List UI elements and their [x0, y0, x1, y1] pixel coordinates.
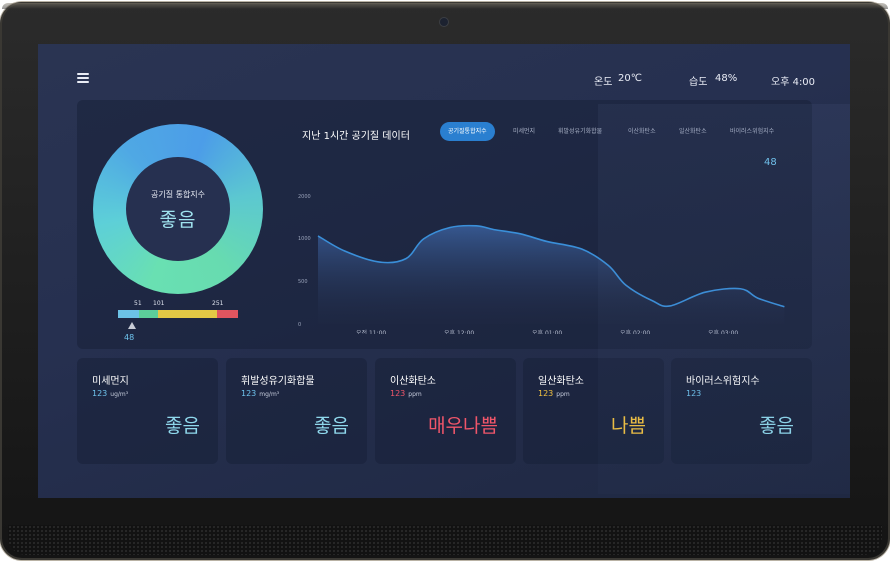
tab-co2[interactable]: 이산화탄소 [628, 122, 656, 141]
scale-current-value: 48 [124, 333, 135, 342]
card-title: 바이러스위험지수 [686, 376, 760, 387]
card-status: 매우나쁨 [428, 415, 498, 437]
card-title: 일산화탄소 [538, 376, 584, 387]
card-fine-dust[interactable]: 미세먼지 123 ug/m³ 좋음 [77, 358, 218, 464]
tab-fine-dust[interactable]: 미세먼지 [513, 122, 535, 141]
clock: 오후 4:00 [771, 77, 816, 88]
card-title: 휘발성유기화합물 [241, 376, 315, 387]
card-value: 123 [538, 389, 554, 398]
card-reading: 123 [686, 389, 704, 398]
y-tick-label: 500 [298, 279, 308, 285]
chart-title: 지난 1시간 공기질 데이터 [302, 131, 410, 142]
card-status: 나쁨 [611, 415, 646, 437]
dashboard-screen: 온도 20℃ 습도 48% 오후 4:00 공기질 통합지수 좋음 51 101… [38, 44, 850, 498]
area-chart: 2000 1000 500 0 오전 11:00 오후 12:00 오후 01:00 오후 0… [298, 194, 785, 334]
card-co[interactable]: 일산화탄소 123 ppm 나쁨 [523, 358, 664, 464]
hamburger-menu-icon[interactable] [77, 73, 89, 83]
card-voc[interactable]: 휘발성유기화합물 123 mg/m³ 좋음 [226, 358, 367, 464]
x-tick-label: 오후 02:00 [620, 329, 650, 334]
card-status: 좋음 [314, 415, 349, 437]
card-co2[interactable]: 이산화탄소 123 ppm 매우나쁨 [375, 358, 516, 464]
card-reading: 123 ug/m³ [92, 389, 128, 398]
summary-label: 공기질 통합지수 [150, 190, 206, 199]
scale-segment-very-bad [217, 310, 238, 318]
y-tick-label: 1000 [298, 236, 311, 242]
scale-tick-101: 101 [153, 300, 165, 307]
card-virus-risk[interactable]: 바이러스위험지수 123 좋음 [671, 358, 812, 464]
card-unit: mg/m³ [259, 391, 280, 398]
humidity-label: 습도 [689, 77, 708, 88]
card-unit: ug/m³ [110, 391, 129, 398]
camera-icon [440, 18, 448, 26]
tab-virus-risk[interactable]: 바이러스위험지수 [730, 122, 774, 141]
card-value: 123 [241, 389, 257, 398]
scale-segment-moderate [139, 310, 158, 318]
tab-air-quality-index[interactable]: 공기질통합지수 [440, 122, 495, 141]
chart-area-fill [318, 225, 785, 324]
air-quality-ring: 공기질 통합지수 좋음 [93, 124, 263, 294]
card-status: 좋음 [165, 415, 200, 437]
card-unit: ppm [408, 391, 422, 398]
aqi-scale-bar [118, 310, 238, 318]
x-tick-label: 오후 01:00 [532, 329, 562, 334]
scale-segment-bad [158, 310, 217, 318]
top-bar: 온도 20℃ 습도 48% 오후 4:00 [38, 44, 850, 96]
card-reading: 123 ppm [538, 389, 570, 398]
card-title: 이산화탄소 [390, 376, 436, 387]
card-unit: ppm [556, 391, 570, 398]
card-value: 123 [92, 389, 108, 398]
card-value: 123 [390, 389, 406, 398]
scale-segment-good [118, 310, 139, 318]
temperature-label: 온도 [594, 77, 613, 88]
tab-voc[interactable]: 휘발성유기화합물 [558, 122, 602, 141]
card-status: 좋음 [759, 415, 794, 437]
speaker-grille [8, 525, 882, 555]
temperature-value: 20℃ [618, 73, 642, 84]
card-value: 123 [686, 389, 702, 398]
card-title: 미세먼지 [92, 376, 129, 387]
summary-status: 좋음 [159, 209, 197, 231]
x-tick-label: 오후 03:00 [708, 329, 738, 334]
x-tick-label: 오전 11:00 [356, 329, 386, 334]
y-tick-label: 2000 [298, 194, 311, 200]
ring-center: 공기질 통합지수 좋음 [126, 157, 230, 261]
card-reading: 123 ppm [390, 389, 422, 398]
humidity-value: 48% [715, 73, 738, 84]
scale-tick-251: 251 [212, 300, 224, 307]
tab-co[interactable]: 일산화탄소 [679, 122, 707, 141]
x-tick-label: 오후 12:00 [444, 329, 474, 334]
scale-tick-51: 51 [134, 300, 142, 307]
card-reading: 123 mg/m³ [241, 389, 279, 398]
scale-marker-icon [128, 322, 136, 329]
tablet-frame: 온도 20℃ 습도 48% 오후 4:00 공기질 통합지수 좋음 51 101… [0, 2, 890, 560]
y-tick-label: 0 [298, 322, 301, 328]
